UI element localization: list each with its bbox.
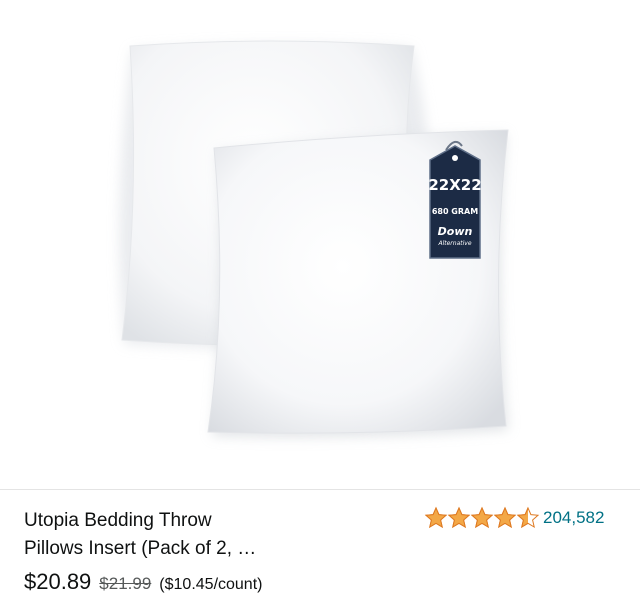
- pillow-illustration: 22X22 680 GRAM Down Alternative: [119, 40, 509, 438]
- product-title-line2[interactable]: Pillows Insert (Pack of 2, …: [24, 535, 354, 563]
- star-icon: [516, 506, 540, 529]
- current-price: $20.89: [24, 569, 92, 594]
- product-info: Utopia Bedding Throw Pillows Insert (Pac…: [0, 491, 640, 611]
- tag-brand-line1: Down: [438, 225, 473, 238]
- star-icon: [447, 506, 471, 529]
- product-title[interactable]: Utopia Bedding Throw Pillows Insert (Pac…: [24, 507, 354, 563]
- star-icon: [470, 506, 494, 529]
- tag-weight: 680 GRAM: [432, 207, 478, 216]
- unit-price: ($10.45/count): [159, 576, 263, 593]
- product-image[interactable]: 22X22 680 GRAM Down Alternative: [0, 0, 640, 490]
- list-price: $21.99: [99, 574, 152, 593]
- product-card[interactable]: 22X22 680 GRAM Down Alternative Utopia B…: [0, 0, 640, 611]
- star-icon: [424, 506, 448, 529]
- product-title-line1[interactable]: Utopia Bedding Throw: [24, 507, 354, 535]
- tag-size: 22X22: [428, 176, 481, 194]
- price-row: $20.89 $21.99 ($10.45/count): [24, 569, 262, 595]
- review-count-link[interactable]: 204,582: [543, 508, 604, 528]
- rating-summary[interactable]: 204,582: [424, 505, 604, 531]
- product-tag-icon: 22X22 680 GRAM Down Alternative: [428, 145, 482, 259]
- tag-brand-line2: Alternative: [437, 240, 471, 247]
- star-rating-icon[interactable]: [424, 506, 540, 530]
- star-icon: [493, 506, 517, 529]
